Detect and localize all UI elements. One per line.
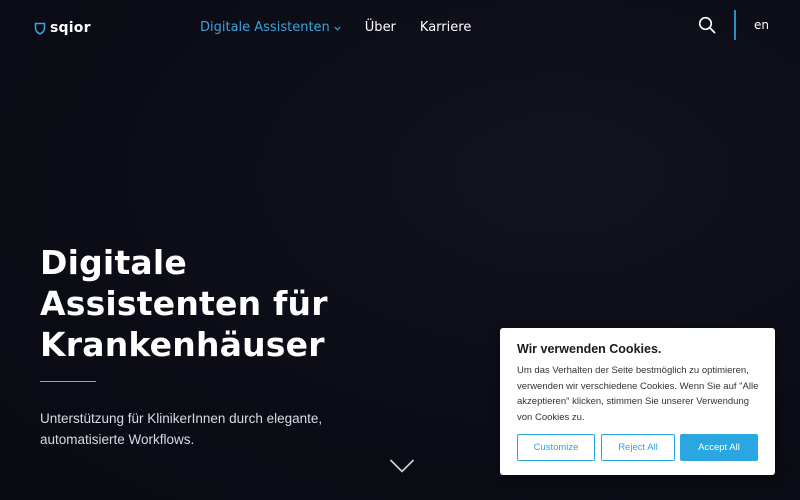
nav-item-label: Digitale Assistenten	[200, 19, 330, 35]
language-switch[interactable]: en	[754, 18, 769, 32]
chevron-down-icon	[389, 459, 415, 478]
scroll-down-button[interactable]	[389, 458, 415, 474]
search-icon	[698, 16, 716, 38]
hero-title: Digitale Assistenten für Krankenhäuser	[40, 243, 328, 364]
search-button[interactable]	[698, 16, 716, 34]
logo-text: sqior	[50, 20, 91, 36]
nav-item-label: Über	[364, 19, 396, 35]
nav-item-digitale-assistenten[interactable]: Digitale Assistenten	[200, 19, 341, 35]
accept-all-button[interactable]: Accept All	[680, 434, 758, 461]
logo-shield-icon	[34, 22, 46, 35]
cookie-banner-title: Wir verwenden Cookies.	[517, 342, 662, 356]
reject-all-button[interactable]: Reject All	[601, 434, 675, 461]
nav-item-karriere[interactable]: Karriere	[420, 20, 471, 35]
nav-item-label: Karriere	[419, 19, 472, 35]
logo[interactable]: sqior	[34, 20, 91, 36]
nav-item-ueber[interactable]: Über	[365, 20, 396, 35]
chevron-down-icon	[334, 20, 341, 35]
header-divider	[734, 10, 736, 40]
cookie-banner: Wir verwenden Cookies. Um das Verhalten …	[500, 328, 775, 475]
main-nav: Digitale Assistenten Über Karriere	[200, 19, 471, 35]
hero-subtitle: Unterstützung für KlinikerInnen durch el…	[40, 411, 323, 447]
hero-divider	[40, 381, 96, 382]
customize-button[interactable]: Customize	[517, 434, 595, 461]
cookie-banner-text: Um das Verhalten der Seite bestmöglich z…	[517, 365, 759, 423]
page: sqior Digitale Assistenten Über Karriere…	[0, 0, 800, 500]
